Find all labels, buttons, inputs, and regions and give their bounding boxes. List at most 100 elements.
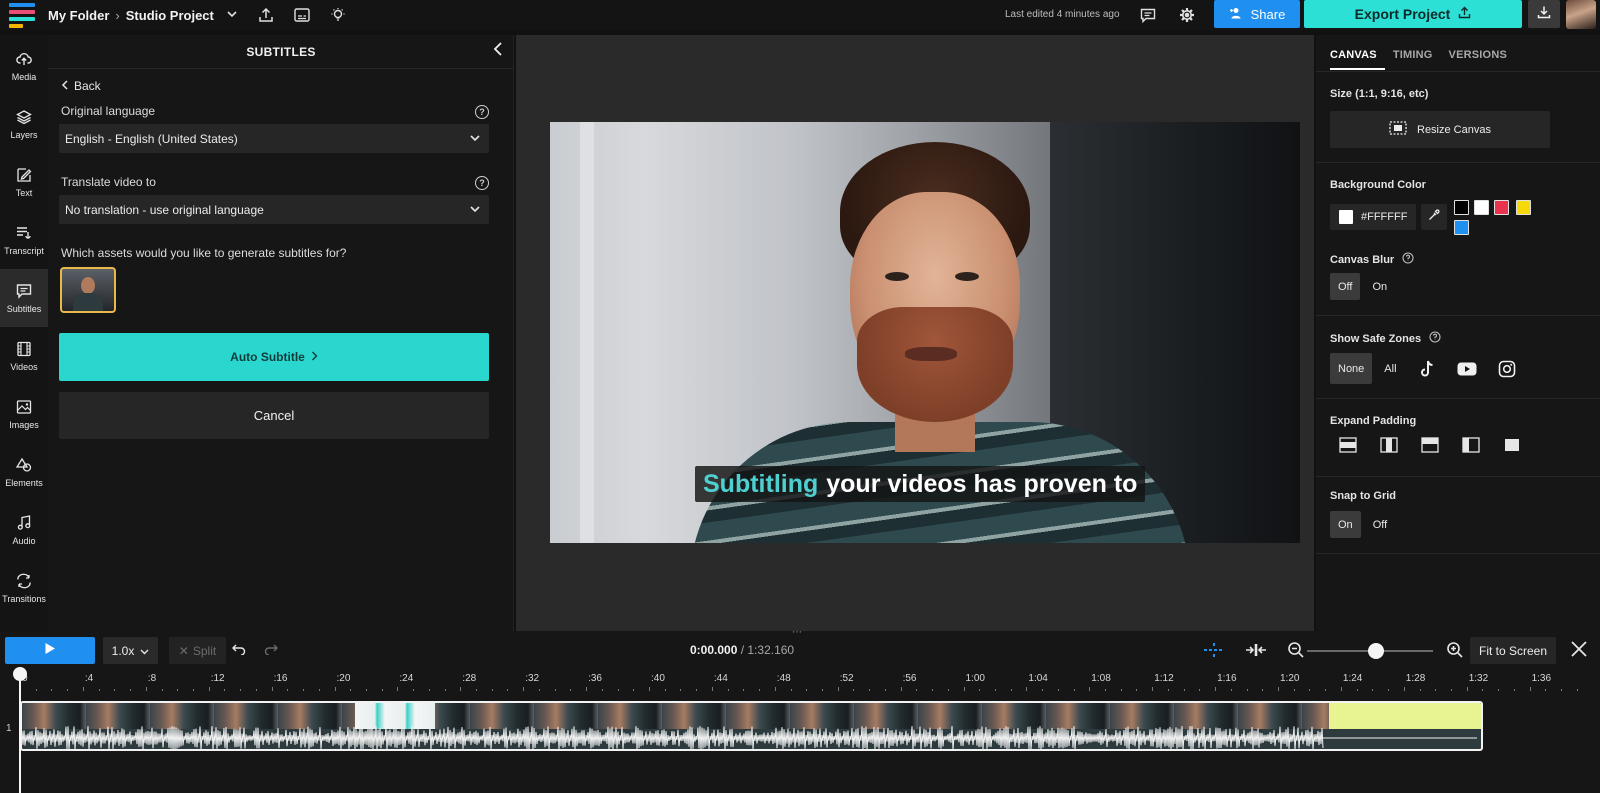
ruler-tick-label: :32 — [525, 673, 540, 684]
ruler-minor-tick — [1372, 689, 1374, 691]
share-button[interactable]: Share — [1214, 0, 1300, 28]
ruler-tick-label: 1:20 — [1280, 673, 1300, 684]
ruler-minor-tick — [114, 689, 116, 691]
tab-timing[interactable]: TIMING — [1393, 49, 1441, 70]
auto-subtitle-button[interactable]: Auto Subtitle — [59, 333, 489, 381]
split-button[interactable]: ✕ Split — [169, 637, 226, 664]
safe-zone-none-option[interactable]: None — [1330, 353, 1373, 384]
help-icon[interactable] — [1429, 331, 1441, 346]
fit-to-screen-button[interactable]: Fit to Screen — [1470, 637, 1556, 664]
tab-canvas[interactable]: CANVAS — [1330, 49, 1385, 70]
collapse-panel-button[interactable] — [488, 41, 508, 61]
video-clip[interactable] — [20, 701, 1483, 751]
rail-item-videos[interactable]: Videos — [0, 327, 48, 385]
ruler-minor-tick — [67, 689, 69, 691]
background-color-field[interactable]: #FFFFFF — [1330, 204, 1416, 230]
comments-icon[interactable] — [1134, 1, 1162, 29]
resize-icon — [1389, 121, 1407, 138]
pad-top-icon[interactable] — [1412, 433, 1447, 457]
color-preset-red[interactable] — [1494, 200, 1509, 215]
playhead[interactable] — [19, 669, 21, 793]
rail-item-transitions[interactable]: Transitions — [0, 559, 48, 617]
help-icon[interactable]: ? — [475, 176, 489, 190]
safe-zone-all-option[interactable]: All — [1376, 353, 1404, 384]
timeline-resize-grip[interactable]: ⋯ — [792, 627, 803, 638]
rail-item-images[interactable]: Images — [0, 385, 48, 443]
blur-on-option[interactable]: On — [1364, 273, 1395, 300]
playhead-handle[interactable] — [13, 667, 27, 681]
snap-on-option[interactable]: On — [1330, 511, 1361, 538]
ruler-minor-tick — [491, 689, 493, 691]
timeline-ruler[interactable]: 0:4:8:12:16:20:24:28:32:36:40:44:48:52:5… — [0, 669, 1600, 695]
rail-item-audio[interactable]: Audio — [0, 501, 48, 559]
ruler-minor-tick — [444, 689, 446, 691]
zoom-out-icon[interactable] — [1282, 639, 1310, 661]
color-preset-yellow[interactable] — [1516, 200, 1531, 215]
color-preset-black[interactable] — [1454, 200, 1469, 215]
original-language-select[interactable]: English - English (United States) — [59, 124, 489, 153]
rail-item-layers[interactable]: Layers — [0, 95, 48, 153]
rail-item-transcript[interactable]: Transcript — [0, 211, 48, 269]
zoom-in-icon[interactable] — [1441, 639, 1469, 661]
ruler-minor-tick — [790, 689, 792, 691]
download-button[interactable] — [1528, 0, 1560, 28]
rail-item-elements[interactable]: Elements — [0, 443, 48, 501]
instagram-icon[interactable] — [1489, 355, 1525, 382]
asset-thumbnail[interactable] — [60, 267, 116, 313]
ruler-minor-tick — [1450, 689, 1452, 691]
cancel-button[interactable]: Cancel — [59, 392, 489, 439]
ruler-tick — [1215, 687, 1217, 691]
redo-icon[interactable] — [264, 642, 280, 658]
tab-versions[interactable]: VERSIONS — [1449, 49, 1515, 70]
ruler-minor-tick — [1136, 689, 1138, 691]
color-preset-white[interactable] — [1474, 200, 1489, 215]
translate-select[interactable]: No translation - use original language — [59, 195, 489, 224]
chevron-left-icon — [61, 79, 68, 93]
subtitle-caption[interactable]: Subtitling your videos has proven to — [695, 466, 1146, 502]
ruler-tick-label: 1:08 — [1091, 673, 1111, 684]
pad-horizontal-icon[interactable] — [1371, 433, 1406, 457]
close-icon[interactable] — [1570, 640, 1590, 660]
eyedropper-button[interactable] — [1421, 204, 1447, 230]
captions-icon[interactable] — [288, 1, 316, 29]
youtube-icon[interactable] — [1449, 355, 1485, 382]
lightbulb-icon[interactable] — [324, 1, 352, 29]
color-preset-blue[interactable] — [1454, 220, 1469, 235]
snap-off-option[interactable]: Off — [1365, 511, 1395, 538]
gear-icon[interactable] — [1173, 1, 1201, 29]
snap-marker-icon[interactable] — [1200, 639, 1228, 661]
pad-all-icon[interactable] — [1494, 433, 1529, 457]
breadcrumb-folder[interactable]: My Folder — [48, 8, 109, 23]
ruler-minor-tick — [994, 689, 996, 691]
blur-off-option[interactable]: Off — [1330, 273, 1361, 300]
video-preview[interactable]: Subtitling your videos has proven to — [550, 122, 1300, 543]
ruler-minor-tick — [1419, 689, 1421, 691]
size-label: Size (1:1, 9:16, etc) — [1330, 88, 1429, 100]
app-logo[interactable] — [4, 0, 40, 30]
rail-item-text[interactable]: Text — [0, 153, 48, 211]
track-number: 1 — [6, 723, 12, 734]
safe-zones-heading: Show Safe Zones — [1330, 331, 1441, 346]
resize-canvas-button[interactable]: Resize Canvas — [1330, 111, 1550, 148]
pad-vertical-icon[interactable] — [1330, 433, 1365, 457]
back-button[interactable]: Back — [61, 79, 101, 93]
ruler-tick-label: 1:32 — [1468, 673, 1489, 684]
rail-item-media[interactable]: Media — [0, 37, 48, 95]
playback-speed-select[interactable]: 1.0x — [103, 637, 158, 664]
zoom-slider-handle[interactable] — [1368, 643, 1384, 659]
avatar[interactable] — [1566, 0, 1596, 29]
help-icon[interactable] — [1402, 252, 1414, 267]
tiktok-icon[interactable] — [1409, 355, 1445, 382]
rail-item-subtitles[interactable]: Subtitles — [0, 269, 48, 327]
upload-icon[interactable] — [252, 1, 280, 29]
undo-icon[interactable] — [232, 642, 248, 658]
breadcrumb-project[interactable]: Studio Project — [126, 8, 214, 23]
help-icon[interactable]: ? — [475, 105, 489, 119]
chevron-down-icon[interactable] — [226, 8, 238, 23]
pad-left-icon[interactable] — [1453, 433, 1488, 457]
ruler-minor-tick — [413, 689, 415, 691]
play-button[interactable] — [5, 637, 95, 664]
fit-width-icon[interactable] — [1242, 639, 1270, 661]
ruler-minor-tick — [538, 689, 540, 691]
export-project-button[interactable]: Export Project — [1304, 0, 1522, 28]
